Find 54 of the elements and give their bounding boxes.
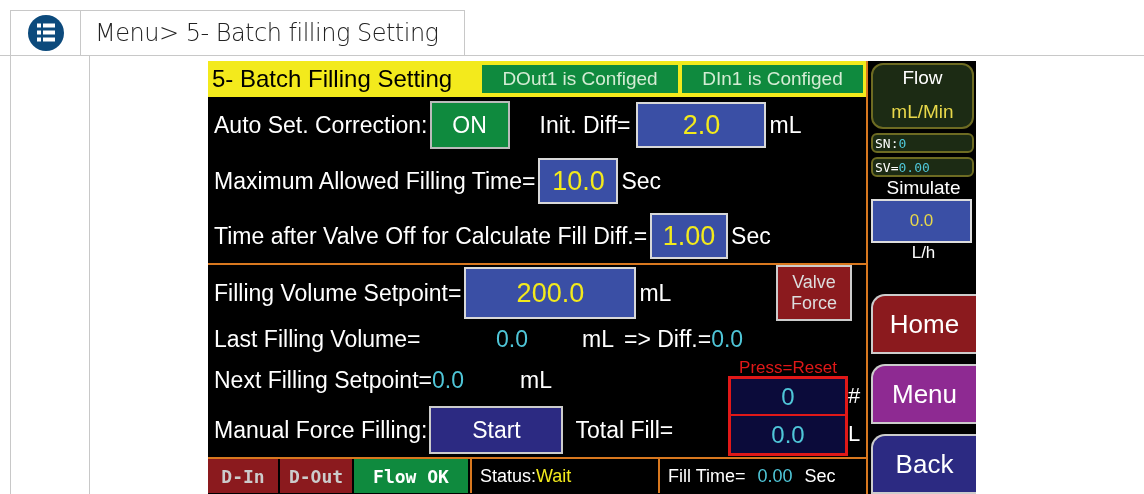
unit-label: mL: [582, 325, 614, 353]
value-text: 0.0: [432, 366, 465, 394]
nav-button[interactable]: Menu: [871, 364, 976, 424]
status-badge: DIn1 is Configed: [680, 63, 865, 95]
field-label: Filling Volume Setpoint=: [214, 279, 462, 307]
sv-readout: SV=0.00: [871, 157, 974, 177]
status-badge: DOut1 is Configed: [480, 63, 680, 95]
value-text: 0.0: [711, 325, 744, 353]
counter-display[interactable]: 0 0.0: [728, 376, 848, 456]
flow-title: Flow: [902, 67, 943, 89]
flow-unit: mL/Min: [891, 101, 954, 123]
reset-hint: Press=Reset: [739, 359, 837, 376]
screen-title: 5- Batch Filling Setting: [212, 64, 454, 94]
toggle-button[interactable]: ON: [429, 101, 510, 149]
total-value: 0.0: [731, 416, 845, 453]
simulate-label: Simulate: [885, 177, 962, 199]
input-field[interactable]: 1.00: [650, 213, 729, 259]
value-text: 0.0: [496, 325, 529, 353]
status-text: Status:Wait: [480, 465, 572, 487]
status-indicator: D-In: [208, 459, 278, 493]
status-indicator: Flow OK: [354, 459, 468, 493]
unit-label: L: [848, 420, 862, 448]
input-field[interactable]: 200.0: [464, 267, 637, 319]
breadcrumb: Menu> 5- Batch filling Setting: [94, 18, 439, 49]
list-icon: [27, 15, 64, 51]
field-label: Last Filling Volume=: [214, 325, 422, 353]
input-field[interactable]: 10.0: [538, 158, 619, 204]
input-field[interactable]: 2.0: [636, 102, 767, 148]
unit-label: L/h: [910, 243, 937, 263]
unit-label: mL: [769, 111, 802, 139]
field-label: => Diff.=: [623, 325, 712, 353]
unit-label: Sec: [804, 465, 836, 487]
unit-label: mL: [639, 279, 672, 307]
nav-button[interactable]: Back: [871, 434, 976, 494]
unit-label: Sec: [621, 167, 662, 195]
valve-force-button[interactable]: Valve Force: [776, 265, 852, 321]
fill-time-value: 0.00: [757, 465, 793, 487]
field-label: Total Fill=: [575, 416, 674, 444]
nav-button[interactable]: Home: [871, 294, 976, 354]
fill-time-label: Fill Time=: [668, 465, 746, 487]
field-label: Maximum Allowed Filling Time=: [214, 167, 536, 195]
simulate-field[interactable]: 0.0: [871, 199, 972, 243]
field-label: Time after Valve Off for Calculate Fill Diff.=: [214, 222, 648, 250]
count-value: 0: [731, 379, 845, 416]
unit-label: mL: [520, 366, 552, 394]
unit-label: #: [848, 382, 862, 410]
field-label: Auto Set. Correction:: [214, 111, 428, 139]
field-label: Init. Diff=: [539, 111, 631, 139]
field-label: Next Filling Setpoint=: [214, 366, 432, 394]
sn-readout: SN:0: [871, 133, 974, 153]
start-button[interactable]: Start: [429, 406, 564, 454]
field-label: Manual Force Filling:: [214, 416, 428, 444]
unit-label: Sec: [731, 222, 771, 250]
status-indicator: D-Out: [280, 459, 352, 493]
